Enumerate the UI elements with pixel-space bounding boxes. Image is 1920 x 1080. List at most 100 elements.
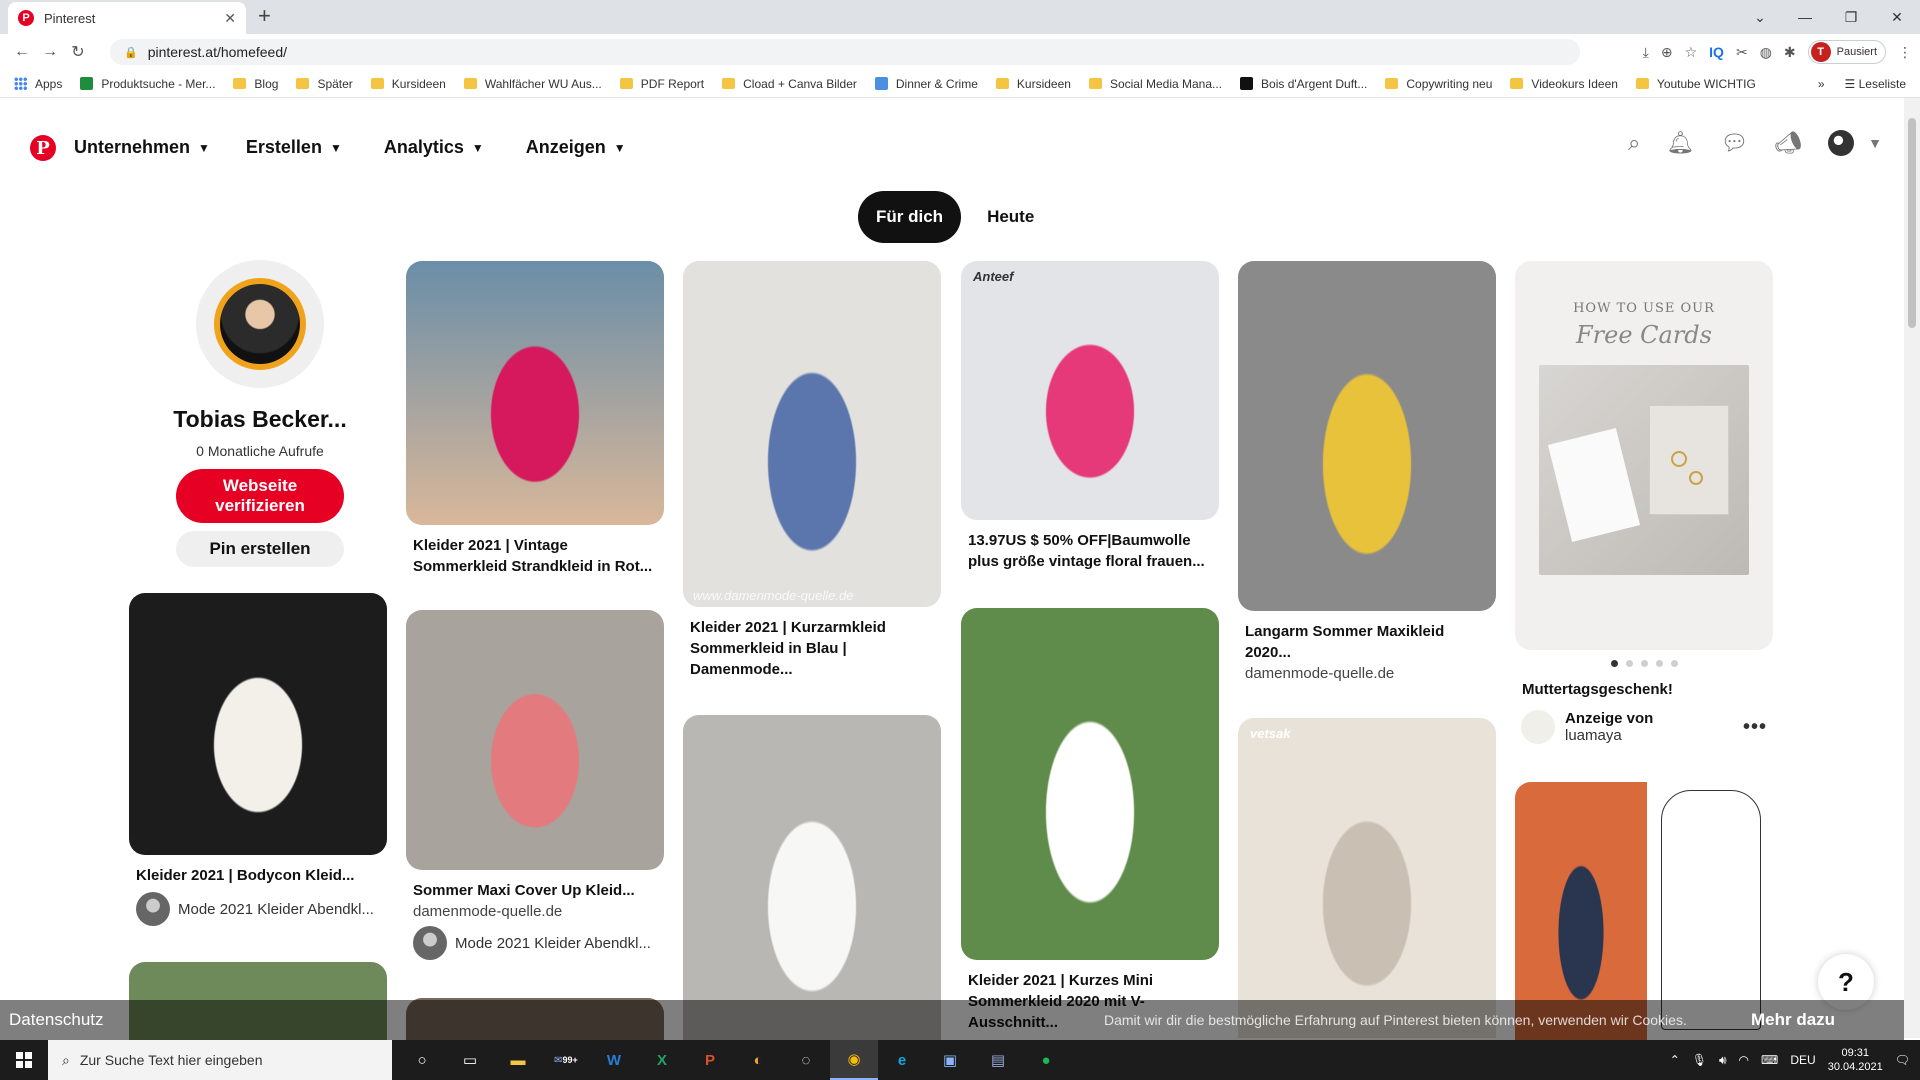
bookmark-item[interactable]: Videokurs Ideen: [1510, 77, 1618, 91]
app-notepad-icon[interactable]: ▤: [974, 1040, 1022, 1080]
bookmark-star-icon[interactable]: ☆: [1685, 44, 1698, 61]
profile-name[interactable]: Tobias Becker...: [140, 406, 380, 433]
bookmark-item[interactable]: Produktsuche - Mer...: [80, 77, 215, 91]
clock[interactable]: 09:31 30.04.2021: [1828, 1046, 1883, 1074]
pin-image[interactable]: [961, 608, 1219, 960]
bookmark-item[interactable]: Später: [296, 77, 353, 91]
tab-search-icon[interactable]: ⌄: [1737, 0, 1783, 34]
extension-vpn-icon[interactable]: ◍: [1760, 44, 1772, 61]
tab-fuer-dich[interactable]: Für dich: [858, 191, 962, 243]
pin-card[interactable]: Sommer Maxi Cover Up Kleid... damenmode-…: [406, 610, 664, 960]
reading-list[interactable]: ☰ Leseliste: [1845, 77, 1906, 91]
chrome-icon[interactable]: ◉: [830, 1040, 878, 1080]
bookmark-item[interactable]: Cload + Canva Bilder: [722, 77, 857, 91]
more-options-icon[interactable]: •••: [1743, 716, 1767, 739]
pin-image[interactable]: vetsak: [1238, 718, 1496, 1038]
show-hidden-icons-icon[interactable]: ⌃: [1670, 1053, 1680, 1067]
privacy-link[interactable]: Datenschutz: [9, 1010, 104, 1030]
task-view-icon[interactable]: ▭: [446, 1040, 494, 1080]
nav-anzeigen[interactable]: Anzeigen ▼: [518, 133, 634, 162]
profile-button[interactable]: T Pausiert: [1807, 40, 1886, 64]
pin-image[interactable]: [1238, 261, 1496, 611]
nav-erstellen[interactable]: Erstellen ▼: [238, 133, 350, 162]
minimize-icon[interactable]: —: [1782, 0, 1828, 34]
pin-attribution[interactable]: Mode 2021 Kleider Abendkl...: [129, 892, 387, 926]
bookmark-item[interactable]: Blog: [233, 77, 278, 91]
learn-more-link[interactable]: Mehr dazu: [1751, 1010, 1835, 1030]
bookmark-item[interactable]: Apps: [14, 77, 62, 91]
microphone-icon[interactable]: 🎙︎: [1692, 1053, 1707, 1067]
extension-icon[interactable]: ✂: [1736, 44, 1748, 61]
keyboard-icon[interactable]: ⌨: [1761, 1053, 1778, 1067]
edge-icon[interactable]: e: [878, 1040, 926, 1080]
pin-card[interactable]: Kleider 2021 | Bodycon Kleid... Mode 202…: [129, 593, 387, 926]
back-icon[interactable]: ←: [8, 43, 36, 61]
pin-title[interactable]: Sommer Maxi Cover Up Kleid...: [406, 880, 664, 901]
pin-attribution[interactable]: Mode 2021 Kleider Abendkl...: [406, 926, 664, 960]
profile-picture[interactable]: [196, 260, 324, 388]
pin-image[interactable]: [683, 715, 941, 1045]
bookmark-item[interactable]: Dinner & Crime: [874, 77, 978, 91]
carousel-dots[interactable]: [1515, 660, 1773, 667]
close-tab-icon[interactable]: ✕: [224, 10, 236, 27]
close-window-icon[interactable]: ✕: [1874, 0, 1920, 34]
lock-icon[interactable]: 🔒: [124, 46, 138, 59]
pin-image[interactable]: [406, 261, 664, 525]
url-input[interactable]: 🔒 pinterest.at/homefeed/: [110, 39, 1580, 65]
browser-menu-icon[interactable]: ⋮: [1898, 44, 1912, 61]
pin-image[interactable]: Anteef: [961, 261, 1219, 520]
file-explorer-icon[interactable]: ▬: [494, 1040, 542, 1080]
account-chevron-down-icon[interactable]: ▼: [1868, 135, 1882, 151]
notifications-icon[interactable]: 🗨︎: [1895, 1053, 1910, 1067]
pin-card[interactable]: Anteef 13.97US $ 50% OFF|Baumwolle plus …: [961, 261, 1219, 572]
ad-pin-card[interactable]: HOW TO USE OUR Free Cards Muttertagsgesc…: [1515, 261, 1773, 744]
app-sync-icon[interactable]: ◌: [782, 1040, 830, 1080]
updates-megaphone-icon[interactable]: 📣︎: [1774, 130, 1802, 156]
pin-title[interactable]: Muttertagsgeschenk!: [1515, 679, 1773, 700]
bookmarks-overflow-icon[interactable]: »: [1818, 77, 1825, 91]
input-language[interactable]: DEU: [1790, 1053, 1815, 1067]
bookmark-item[interactable]: Bois d'Argent Duft...: [1240, 77, 1367, 91]
pin-title[interactable]: Kleider 2021 | Bodycon Kleid...: [129, 865, 387, 886]
app-window-icon[interactable]: ▣: [926, 1040, 974, 1080]
messages-icon[interactable]: 💬︎: [1720, 130, 1748, 156]
pin-card[interactable]: Langarm Sommer Maxikleid 2020... damenmo…: [1238, 261, 1496, 682]
forward-icon[interactable]: →: [36, 43, 64, 61]
pin-source[interactable]: damenmode-quelle.de: [1238, 665, 1496, 682]
mail-icon[interactable]: ✉ 99+: [542, 1040, 590, 1080]
reload-icon[interactable]: ↻: [64, 42, 92, 62]
bookmark-item[interactable]: Social Media Mana...: [1088, 77, 1222, 91]
account-avatar[interactable]: [1828, 130, 1855, 156]
cortana-icon[interactable]: ○: [398, 1040, 446, 1080]
pin-card[interactable]: vetsak: [1238, 718, 1496, 1038]
pin-image[interactable]: HOW TO USE OUR Free Cards: [1515, 261, 1773, 650]
pin-image[interactable]: [406, 610, 664, 870]
volume-icon[interactable]: 🔊︎: [1719, 1053, 1727, 1068]
scrollbar-thumb[interactable]: [1908, 118, 1916, 328]
pin-image[interactable]: [129, 593, 387, 855]
nav-unternehmen[interactable]: Unternehmen ▼: [66, 133, 218, 162]
zoom-icon[interactable]: ⊕: [1661, 44, 1673, 61]
restore-icon[interactable]: ❐: [1828, 0, 1874, 34]
search-icon[interactable]: ⌕: [1628, 130, 1640, 156]
pin-source[interactable]: damenmode-quelle.de: [406, 903, 664, 920]
pin-card[interactable]: Kleider 2021 | Vintage Sommerkleid Stran…: [406, 261, 664, 577]
extension-iq-icon[interactable]: IQ: [1709, 44, 1724, 60]
create-pin-button[interactable]: Pin erstellen: [176, 531, 344, 567]
page-scrollbar[interactable]: [1904, 98, 1920, 1038]
start-button[interactable]: [0, 1040, 48, 1080]
install-icon[interactable]: ⤓: [1643, 44, 1649, 61]
extensions-puzzle-icon[interactable]: ✱: [1784, 44, 1796, 61]
taskbar-search-input[interactable]: ⌕ Zur Suche Text hier eingeben: [48, 1040, 392, 1080]
browser-tab[interactable]: P Pinterest ✕: [8, 2, 246, 34]
bookmark-item[interactable]: PDF Report: [619, 77, 704, 91]
new-tab-icon[interactable]: +: [258, 5, 271, 27]
pinterest-logo-icon[interactable]: P: [30, 135, 56, 161]
pin-card[interactable]: [683, 715, 941, 1045]
advertiser-name[interactable]: luamaya: [1565, 727, 1653, 744]
bookmark-item[interactable]: Youtube WICHTIG: [1635, 77, 1756, 91]
notifications-bell-icon[interactable]: 🔔︎: [1666, 130, 1694, 156]
pin-title[interactable]: Kleider 2021 | Kurzarmkleid Sommerkleid …: [683, 617, 941, 680]
powerpoint-icon[interactable]: P: [686, 1040, 734, 1080]
bookmark-item[interactable]: Kursideen: [370, 77, 446, 91]
